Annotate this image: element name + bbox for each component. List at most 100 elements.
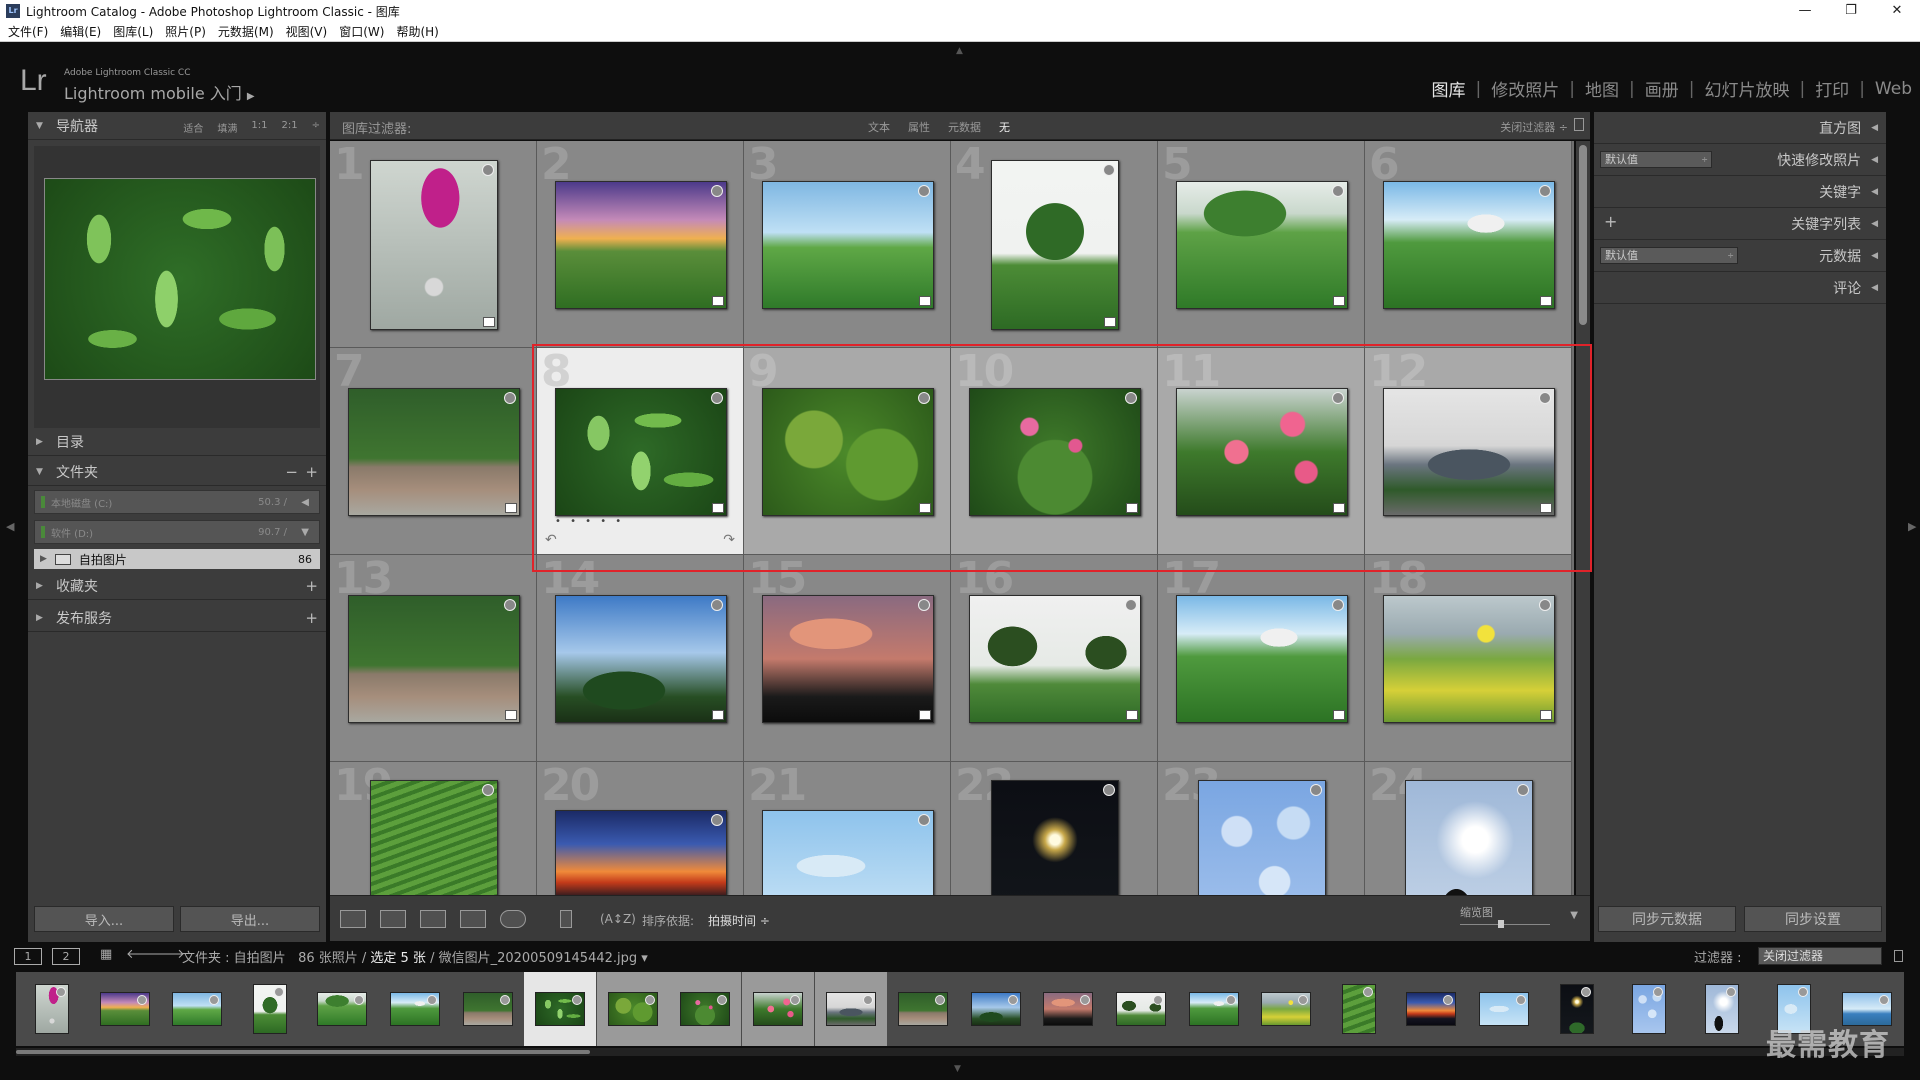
quick-collection-marker-icon[interactable] [1332,392,1344,404]
collapse-bottom-panel-icon[interactable]: ▼ [954,1064,961,1074]
sort-direction-toggle[interactable]: (A↕Z) [600,912,636,926]
quick-collection-marker-icon[interactable] [1539,599,1551,611]
quick-collection-marker-icon[interactable] [1581,987,1591,997]
painter-spray-icon[interactable] [560,910,572,928]
grid-cell[interactable]: 7 [330,346,537,555]
lock-icon[interactable] [1894,950,1903,962]
quick-collection-marker-icon[interactable] [711,814,723,826]
quick-collection-marker-icon[interactable] [504,599,516,611]
quick-collection-marker-icon[interactable] [1798,987,1808,997]
quick-collection-marker-icon[interactable] [1332,185,1344,197]
grid-cell[interactable]: 14 [537,553,744,762]
close-button[interactable]: ✕ [1874,0,1920,22]
filmstrip-cell[interactable] [452,972,524,1046]
filmstrip-cell[interactable] [1032,972,1104,1046]
restore-button[interactable]: ❐ [1828,0,1874,22]
photo-thumbnail[interactable] [1383,388,1555,516]
quick-collection-marker-icon[interactable] [137,995,147,1005]
filmstrip-thumbnail[interactable] [1560,984,1594,1034]
quick-collection-marker-icon[interactable] [482,784,494,796]
photo-thumbnail[interactable] [1176,595,1348,723]
quick-collection-marker-icon[interactable] [1332,599,1344,611]
photo-thumbnail[interactable] [762,181,934,309]
filmstrip-thumbnail[interactable] [1261,992,1311,1026]
module-web[interactable]: Web [1875,79,1912,99]
navigator-preview[interactable] [44,178,316,380]
survey-view-icon[interactable] [460,910,486,928]
filmstrip-cell[interactable] [960,972,1032,1046]
quick-collection-marker-icon[interactable] [1443,995,1453,1005]
filmstrip-cell[interactable] [1323,972,1395,1046]
quick-collection-marker-icon[interactable] [918,599,930,611]
filmstrip-cell[interactable] [1105,972,1177,1046]
sync-settings-button[interactable]: 同步设置 [1744,906,1882,932]
filter-preset-select[interactable]: 关闭过滤器 ÷ [1500,119,1568,135]
add-folder-button[interactable]: + [305,463,318,481]
filter-none[interactable]: 无 [999,119,1010,135]
import-button[interactable]: 导入... [34,906,174,932]
collapse-right-panel-icon[interactable]: ▶ [1908,520,1916,533]
nav-1to1[interactable]: 1:1 [251,120,267,135]
metadata-header[interactable]: 默认值 ÷ 元数据 ◀ [1594,240,1886,272]
photo-thumbnail[interactable] [1176,388,1348,516]
quick-collection-marker-icon[interactable] [482,164,494,176]
photo-thumbnail[interactable] [555,181,727,309]
filmstrip-thumbnail[interactable] [608,992,658,1026]
filter-attribute[interactable]: 属性 [908,119,930,135]
grid-scroll-thumb[interactable] [1579,145,1587,325]
filmstrip-cell[interactable] [1541,972,1613,1046]
quick-collection-marker-icon[interactable] [209,995,219,1005]
filmstrip-thumbnail[interactable] [1479,992,1529,1026]
main-window-button[interactable]: 1 [14,948,42,965]
photo-thumbnail[interactable] [1405,780,1533,895]
module-print[interactable]: 打印 [1815,76,1849,101]
quick-collection-marker-icon[interactable] [1310,784,1322,796]
photo-thumbnail[interactable] [1383,181,1555,309]
filmstrip-thumbnail[interactable] [1632,984,1666,1034]
filmstrip-cell[interactable] [161,972,233,1046]
filmstrip-cell[interactable] [89,972,161,1046]
filmstrip-cell[interactable] [306,972,378,1046]
menu-file[interactable]: 文件(F) [8,23,48,40]
photo-thumbnail[interactable] [348,388,520,516]
photo-thumbnail[interactable] [991,780,1119,895]
folders-header[interactable]: ▼ 文件夹 − + [28,458,326,486]
quick-collection-marker-icon[interactable] [1125,392,1137,404]
filmstrip-thumbnail[interactable] [35,984,69,1034]
filmstrip-thumbnail[interactable] [826,992,876,1026]
quick-collection-marker-icon[interactable] [645,995,655,1005]
lock-icon[interactable] [1574,118,1584,131]
menu-library[interactable]: 图库(L) [113,23,153,40]
quick-collection-marker-icon[interactable] [56,987,66,997]
thumbnail-size-slider-knob[interactable] [1498,920,1504,928]
filmstrip-cell[interactable] [1250,972,1322,1046]
module-slideshow[interactable]: 幻灯片放映 [1704,76,1789,101]
publish-services-header[interactable]: ▶ 发布服务 + [28,604,326,632]
quick-collection-marker-icon[interactable] [1125,599,1137,611]
quick-collection-marker-icon[interactable] [1539,392,1551,404]
filmstrip-cell[interactable] [1178,972,1250,1046]
photo-thumbnail[interactable] [969,595,1141,723]
rotate-right-icon[interactable]: ↷ [723,532,735,548]
filmstrip-cell[interactable] [742,972,814,1046]
collapse-top-panel-icon[interactable]: ▲ [956,46,963,56]
photo-thumbnail[interactable] [1383,595,1555,723]
module-develop[interactable]: 修改照片 [1491,76,1559,101]
quick-collection-marker-icon[interactable] [711,392,723,404]
nav-fit[interactable]: 适合 [183,120,203,135]
quick-collection-marker-icon[interactable] [1298,995,1308,1005]
quick-collection-marker-icon[interactable] [1226,995,1236,1005]
quick-collection-marker-icon[interactable] [918,814,930,826]
filmstrip-source-path[interactable]: 文件夹 : 自拍图片 86 张照片 / 选定 5 张 / 微信图片_202005… [182,947,648,966]
comments-header[interactable]: 评论 ◀ [1594,272,1886,304]
quick-collection-marker-icon[interactable] [1103,164,1115,176]
photo-thumbnail[interactable] [370,780,498,895]
photo-thumbnail[interactable] [348,595,520,723]
photo-thumbnail[interactable] [555,388,727,516]
quick-collection-marker-icon[interactable] [1080,995,1090,1005]
filmstrip-thumbnail[interactable] [898,992,948,1026]
quick-collection-marker-icon[interactable] [427,995,437,1005]
rotate-left-icon[interactable]: ↶ [545,532,557,548]
grid-cell[interactable]: 20 [537,760,744,895]
grid-cell[interactable]: 8 • • • • • ↶ ↷ [537,346,744,555]
